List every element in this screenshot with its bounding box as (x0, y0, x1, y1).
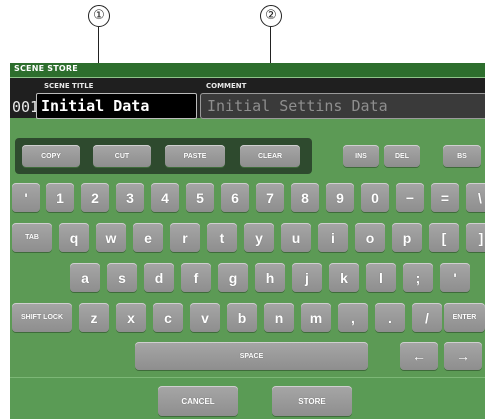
scene-title-label: SCENE TITLE (44, 82, 94, 90)
paste-key[interactable]: PASTE (165, 145, 225, 167)
row4-key-2[interactable]: x (116, 303, 146, 332)
row2-key-11[interactable]: [ (429, 223, 459, 252)
row3-key-7[interactable]: k (329, 263, 359, 292)
row3-key-0[interactable]: a (70, 263, 100, 292)
scene-title-field[interactable]: Initial Data (36, 93, 197, 119)
row1-key-8[interactable]: 8 (291, 183, 319, 212)
bs-key[interactable]: BS (443, 145, 481, 167)
row4-key-4[interactable]: v (190, 303, 220, 332)
clear-key[interactable]: CLEAR (240, 145, 300, 167)
row3-key-6[interactable]: j (292, 263, 322, 292)
row4-key-9[interactable]: . (375, 303, 405, 332)
row3-key-3[interactable]: f (181, 263, 211, 292)
cut-key[interactable]: CUT (93, 145, 151, 167)
row2-key-8[interactable]: i (318, 223, 348, 252)
row2-key-1[interactable]: q (59, 223, 89, 252)
row2-key-6[interactable]: y (244, 223, 274, 252)
row1-key-0[interactable]: ' (12, 183, 40, 212)
comment-field[interactable]: Initial Settins Data (200, 93, 485, 119)
window-title: SCENE STORE (14, 64, 78, 73)
scene-store-window: SCENE STORE SCENE TITLE COMMENT 001 Init… (10, 63, 485, 419)
scene-title-value: Initial Data (41, 97, 150, 115)
row2-key-5[interactable]: t (207, 223, 237, 252)
row3-key-1[interactable]: s (107, 263, 137, 292)
row4-key-8[interactable]: , (338, 303, 368, 332)
row3-key-10[interactable]: ' (440, 263, 470, 292)
row1-key-10[interactable]: 0 (361, 183, 389, 212)
row2-key-2[interactable]: w (96, 223, 126, 252)
comment-label: COMMENT (206, 82, 247, 90)
row2-key-12[interactable]: ] (466, 223, 485, 252)
callout-2: ② (260, 5, 282, 27)
del-key[interactable]: DEL (384, 145, 420, 167)
row4-key-1[interactable]: z (79, 303, 109, 332)
row1-key-11[interactable]: − (396, 183, 424, 212)
store-button[interactable]: STORE (272, 386, 352, 416)
row2-key-0[interactable]: TAB (12, 223, 52, 252)
row1-key-5[interactable]: 5 (186, 183, 214, 212)
row1-key-6[interactable]: 6 (221, 183, 249, 212)
space-key[interactable]: SPACE (135, 342, 368, 370)
row3-key-4[interactable]: g (218, 263, 248, 292)
bottom-button-bar (10, 377, 485, 419)
row2-key-7[interactable]: u (281, 223, 311, 252)
row2-key-4[interactable]: r (170, 223, 200, 252)
row4-key-7[interactable]: m (301, 303, 331, 332)
row1-key-12[interactable]: = (431, 183, 459, 212)
comment-value: Initial Settins Data (207, 97, 388, 115)
row2-key-3[interactable]: e (133, 223, 163, 252)
row4-key-0[interactable]: SHIFT LOCK (12, 303, 72, 332)
row1-key-4[interactable]: 4 (151, 183, 179, 212)
row1-key-1[interactable]: 1 (46, 183, 74, 212)
scene-info-bar: SCENE TITLE COMMENT 001 Initial Data Ini… (10, 78, 485, 119)
row3-key-8[interactable]: l (366, 263, 396, 292)
row4-key-11[interactable]: ENTER (444, 303, 485, 332)
row4-key-3[interactable]: c (153, 303, 183, 332)
row4-key-6[interactable]: n (264, 303, 294, 332)
row3-key-5[interactable]: h (255, 263, 285, 292)
copy-key[interactable]: COPY (22, 145, 80, 167)
row1-key-3[interactable]: 3 (116, 183, 144, 212)
row1-key-2[interactable]: 2 (81, 183, 109, 212)
ins-key[interactable]: INS (343, 145, 379, 167)
window-titlebar: SCENE STORE (10, 63, 485, 78)
row1-key-7[interactable]: 7 (256, 183, 284, 212)
left-arrow-key[interactable]: ← (400, 342, 438, 370)
row3-key-2[interactable]: d (144, 263, 174, 292)
right-arrow-key[interactable]: → (444, 342, 482, 370)
row3-key-9[interactable]: ; (403, 263, 433, 292)
cancel-button[interactable]: CANCEL (158, 386, 238, 416)
row4-key-10[interactable]: / (412, 303, 442, 332)
row2-key-10[interactable]: p (392, 223, 422, 252)
row1-key-9[interactable]: 9 (326, 183, 354, 212)
callout-1: ① (88, 5, 110, 27)
row4-key-5[interactable]: b (227, 303, 257, 332)
row2-key-9[interactable]: o (355, 223, 385, 252)
row1-key-13[interactable]: \ (466, 183, 485, 212)
